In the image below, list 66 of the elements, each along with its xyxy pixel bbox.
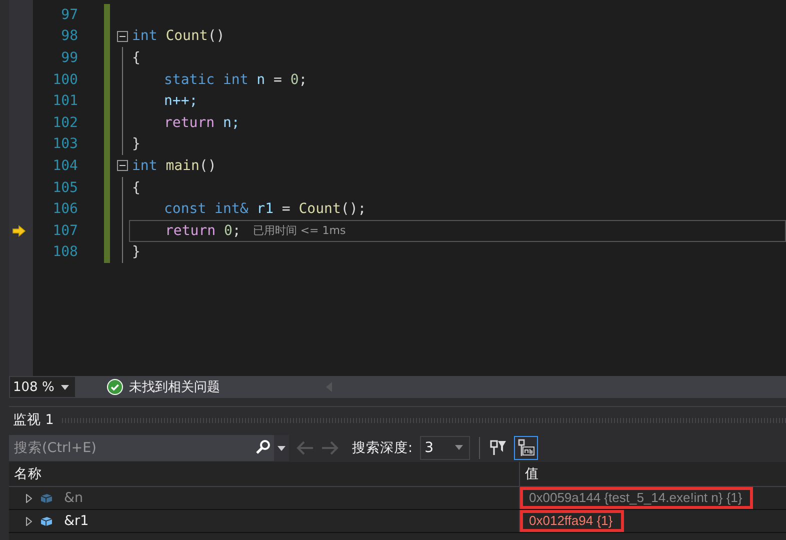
line-number: 106 xyxy=(52,201,78,218)
pin-filter-icon[interactable] xyxy=(488,438,507,456)
code-token: int xyxy=(222,72,248,88)
line-number: 107 xyxy=(52,222,78,239)
code-token: n xyxy=(256,72,266,88)
expand-icon[interactable] xyxy=(26,494,32,502)
expand-icon[interactable] xyxy=(26,516,32,526)
code-token: () xyxy=(208,28,225,44)
caret-icon[interactable] xyxy=(61,384,69,390)
line-number: 108 xyxy=(52,244,78,260)
search-icon[interactable] xyxy=(252,434,274,460)
caret-icon[interactable] xyxy=(274,434,289,460)
line-number: 103 xyxy=(52,136,78,152)
line-number: 104 xyxy=(52,158,78,174)
variable-value: 0x012ffa94 {1} xyxy=(520,510,624,532)
variable-name: &r1 xyxy=(64,513,89,529)
issues-status-text: 未找到相关问题 xyxy=(129,379,220,396)
code-token: 0 xyxy=(290,72,299,88)
variable-name: &n xyxy=(64,490,84,506)
code-editor[interactable]: 97 98 99 100 101 102 103 104 105 106 107 108 int Count() { static int n = 0; n++; return n; } int main() { const int& r1 = Count(); return 0; 已用时间 <= 1ms } xyxy=(9,0,786,376)
code-token: } xyxy=(132,244,140,260)
code-token: = xyxy=(273,72,282,88)
line-number: 100 xyxy=(52,72,78,88)
code-token: } xyxy=(132,136,140,152)
line-number: 105 xyxy=(52,180,78,196)
collapse-icon[interactable] xyxy=(117,30,128,42)
pin-label-toggle[interactable] xyxy=(514,436,538,460)
code-token: int xyxy=(132,158,158,174)
line-number: 97 xyxy=(61,6,78,23)
code-token: ; xyxy=(232,222,241,239)
code-token: n++; xyxy=(164,93,198,110)
search-field[interactable]: 搜索(Ctrl+E) xyxy=(9,434,252,460)
panel-title: 监视 1 xyxy=(13,411,54,429)
search-depth-label: 搜索深度: xyxy=(352,438,413,456)
code-token: (); xyxy=(340,201,366,218)
code-token: = xyxy=(282,201,290,218)
code-token: return xyxy=(165,222,216,239)
code-token: r1 xyxy=(256,201,274,218)
code-token: Count xyxy=(166,28,208,44)
code-token: ; xyxy=(298,72,308,88)
code-token: static xyxy=(164,72,215,88)
variable-value: 0x0059a144 {test_5_14.exe!int n} {1} xyxy=(520,487,754,509)
code-token: const xyxy=(164,201,206,218)
current-statement-arrow-icon xyxy=(12,224,26,237)
code-token: main xyxy=(166,158,200,174)
zoom-dropdown[interactable]: 108 % xyxy=(10,377,75,397)
line-number: 101 xyxy=(52,93,78,110)
code-token: int xyxy=(132,28,158,44)
code-token: return xyxy=(164,114,215,131)
line-number: 98 xyxy=(61,28,78,44)
code-token: 0 xyxy=(224,222,232,239)
caret-icon[interactable] xyxy=(454,445,463,450)
check-circle-icon xyxy=(107,379,123,395)
line-number: 99 xyxy=(61,50,78,66)
depth-dropdown[interactable]: 3 xyxy=(420,436,470,460)
column-header[interactable]: 值 xyxy=(519,462,786,486)
collapse-icon[interactable] xyxy=(117,160,128,172)
column-header[interactable]: 名称 xyxy=(9,462,519,486)
code-token: n; xyxy=(222,114,240,131)
code-token: () xyxy=(199,158,216,174)
code-token: int& xyxy=(214,201,248,218)
code-token: Count xyxy=(298,201,341,218)
line-number: 102 xyxy=(52,114,78,131)
elapsed-time-hint: 已用时间 <= 1ms xyxy=(252,223,346,238)
code-token: { xyxy=(132,50,140,66)
code-token: { xyxy=(132,180,140,196)
